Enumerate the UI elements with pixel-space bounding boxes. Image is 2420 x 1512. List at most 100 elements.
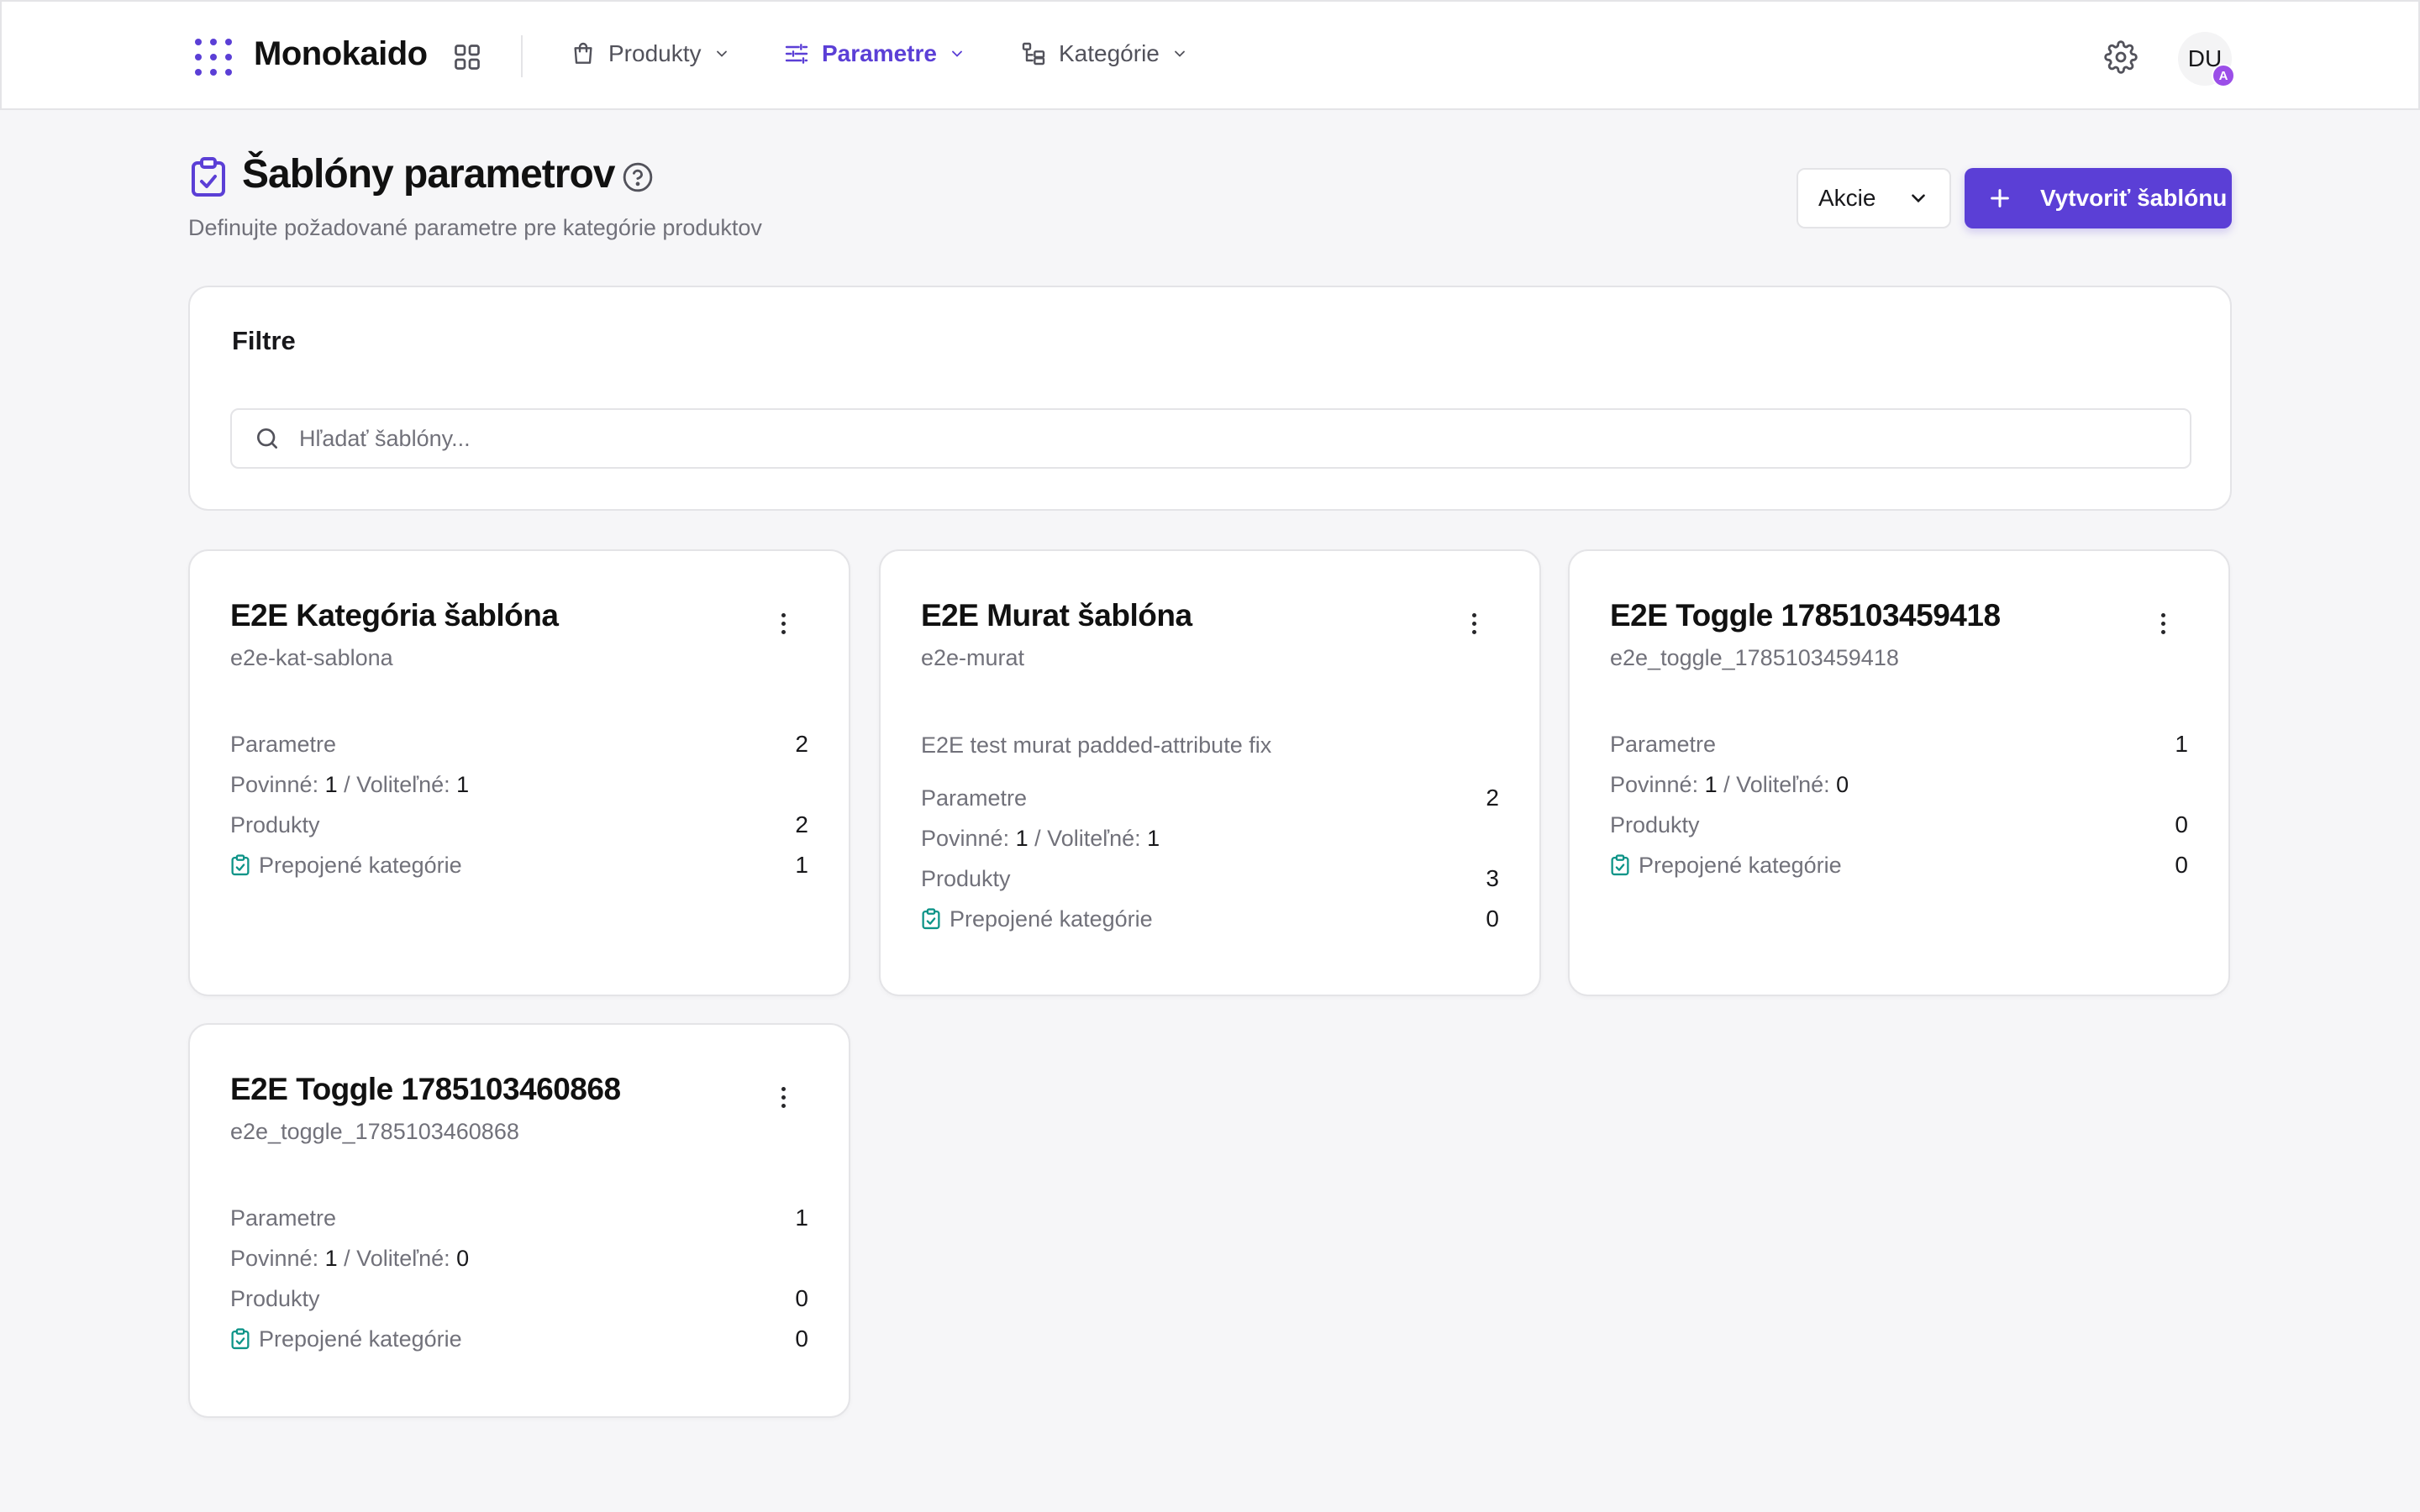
stat-products: Produkty 3 [921, 858, 1499, 899]
stat-label: Prepojené kategórie [259, 852, 462, 878]
stat-label: Parametre [1610, 731, 1717, 757]
stat-value: 2 [795, 811, 808, 837]
stat-parameters: Parametre 1 [1610, 724, 2188, 764]
page-title: Šablóny parametrov [242, 152, 615, 197]
stat-linked-categories: Prepojené kategórie 0 [230, 1319, 808, 1359]
template-card[interactable]: E2E Toggle 1785103459418 e2e_toggle_1785… [1568, 549, 2230, 996]
clipboard-check-icon [922, 908, 940, 930]
nav-item-parametre[interactable]: Parametre [783, 35, 965, 72]
optional-label: Voliteľné: [1047, 825, 1141, 851]
chevron-down-icon [1174, 50, 1185, 57]
optional-count: 0 [1836, 771, 1849, 797]
template-description: E2E test murat padded-attribute fix [921, 732, 1272, 758]
plus-icon [1991, 189, 2009, 207]
stat-required-optional: Povinné: 1 / Voliteľné: 0 [230, 1238, 808, 1278]
nav-item-label: Parametre [822, 40, 937, 66]
template-slug: e2e-murat [921, 645, 1025, 670]
chevron-down-icon [716, 50, 727, 57]
nav-item-label: Produkty [608, 40, 702, 66]
required-label: Povinné: [230, 1245, 319, 1271]
stat-parameters: Parametre 2 [921, 778, 1499, 818]
clipboard-check-icon [231, 1328, 250, 1350]
nav-item-label: Kategórie [1059, 40, 1160, 66]
nav-item-produkty[interactable]: Produkty [570, 35, 730, 72]
stat-value: 1 [795, 852, 808, 878]
filters-panel: Filtre [188, 286, 2232, 511]
shopping-bag-icon [574, 42, 592, 64]
more-vertical-icon[interactable] [1465, 606, 1482, 640]
sliders-icon [785, 44, 808, 64]
create-template-label: Vytvoriť šablónu [2040, 185, 2228, 211]
stat-products: Produkty 0 [230, 1278, 808, 1319]
template-card[interactable]: E2E Kategória šablóna e2e-kat-sablona Pa… [188, 549, 850, 996]
clipboard-check-icon [1611, 854, 1629, 876]
template-slug: e2e_toggle_1785103460868 [230, 1119, 519, 1144]
stat-label: Produkty [230, 811, 320, 837]
stat-required-optional: Povinné: 1 / Voliteľné: 0 [1610, 764, 2188, 805]
template-slug: e2e_toggle_1785103459418 [1610, 645, 1899, 670]
template-card[interactable]: E2E Murat šablóna e2e-murat E2E test mur… [879, 549, 1541, 996]
template-slug: e2e-kat-sablona [230, 645, 393, 670]
more-vertical-icon[interactable] [2154, 606, 2171, 640]
search-input[interactable] [299, 425, 2190, 452]
stat-label: Prepojené kategórie [950, 906, 1153, 932]
clipboard-check-icon [192, 157, 225, 197]
optional-label: Voliteľné: [356, 771, 450, 797]
stat-value: 3 [1486, 865, 1499, 891]
separator: / [1034, 825, 1041, 851]
template-name: E2E Murat šablóna [921, 598, 1192, 633]
stat-value: 2 [795, 731, 808, 757]
user-role-badge: A [2212, 64, 2235, 87]
nav-item-kategorie[interactable]: Kategórie [1020, 35, 1188, 72]
template-stats: Parametre 2 Povinné: 1 / Voliteľné: 1 Pr… [921, 778, 1499, 939]
apps-grid-icon[interactable] [452, 42, 482, 72]
optional-count: 0 [456, 1245, 470, 1271]
required-count: 1 [324, 771, 338, 797]
settings-gear-icon[interactable] [2104, 40, 2138, 74]
brand-name: Monokaido [254, 35, 428, 72]
stat-products: Produkty 0 [1610, 805, 2188, 845]
stat-label: Prepojené kategórie [1639, 852, 1842, 878]
separator: / [344, 771, 350, 797]
page-subtitle: Definujte požadované parametre pre kateg… [188, 215, 762, 240]
required-count: 1 [324, 1245, 338, 1271]
optional-label: Voliteľné: [356, 1245, 450, 1271]
optional-label: Voliteľné: [1736, 771, 1830, 797]
help-circle-icon[interactable] [622, 161, 654, 193]
top-navigation-bar: Monokaido Produkty Parametre Kategórie D… [0, 0, 2420, 110]
search-icon [257, 428, 277, 449]
stat-value: 0 [2175, 852, 2188, 878]
template-stats: Parametre 1 Povinné: 1 / Voliteľné: 0 Pr… [1610, 724, 2188, 885]
stat-parameters: Parametre 2 [230, 724, 808, 764]
stat-value: 0 [1486, 906, 1499, 932]
actions-dropdown[interactable]: Akcie [1797, 168, 1951, 228]
stat-linked-categories: Prepojené kategórie 1 [230, 845, 808, 885]
category-tree-icon [1022, 42, 1045, 66]
stat-label: Produkty [1610, 811, 1700, 837]
stat-value: 0 [2175, 811, 2188, 837]
stat-required-optional: Povinné: 1 / Voliteľné: 1 [230, 764, 808, 805]
template-card[interactable]: E2E Toggle 1785103460868 e2e_toggle_1785… [188, 1023, 850, 1418]
more-vertical-icon[interactable] [775, 1080, 792, 1114]
create-template-button[interactable]: Vytvoriť šablónu [1965, 168, 2232, 228]
clipboard-check-icon [231, 854, 250, 876]
nav-divider [521, 35, 523, 77]
search-field[interactable] [230, 408, 2191, 469]
template-name: E2E Toggle 1785103460868 [230, 1072, 621, 1106]
required-count: 1 [1015, 825, 1028, 851]
stat-linked-categories: Prepojené kategórie 0 [921, 899, 1499, 939]
template-stats: Parametre 2 Povinné: 1 / Voliteľné: 1 Pr… [230, 724, 808, 885]
stat-label: Parametre [230, 731, 337, 757]
stat-parameters: Parametre 1 [230, 1198, 808, 1238]
more-vertical-icon[interactable] [775, 606, 792, 640]
optional-count: 1 [456, 771, 470, 797]
template-stats: Parametre 1 Povinné: 1 / Voliteľné: 0 Pr… [230, 1198, 808, 1359]
template-name: E2E Toggle 1785103459418 [1610, 598, 2001, 633]
stat-linked-categories: Prepojené kategórie 0 [1610, 845, 2188, 885]
stat-value: 0 [795, 1326, 808, 1352]
stat-label: Produkty [921, 865, 1011, 891]
stat-label: Parametre [921, 785, 1028, 811]
template-name: E2E Kategória šablóna [230, 598, 559, 633]
required-label: Povinné: [921, 825, 1010, 851]
logo-dots-icon [195, 39, 232, 76]
